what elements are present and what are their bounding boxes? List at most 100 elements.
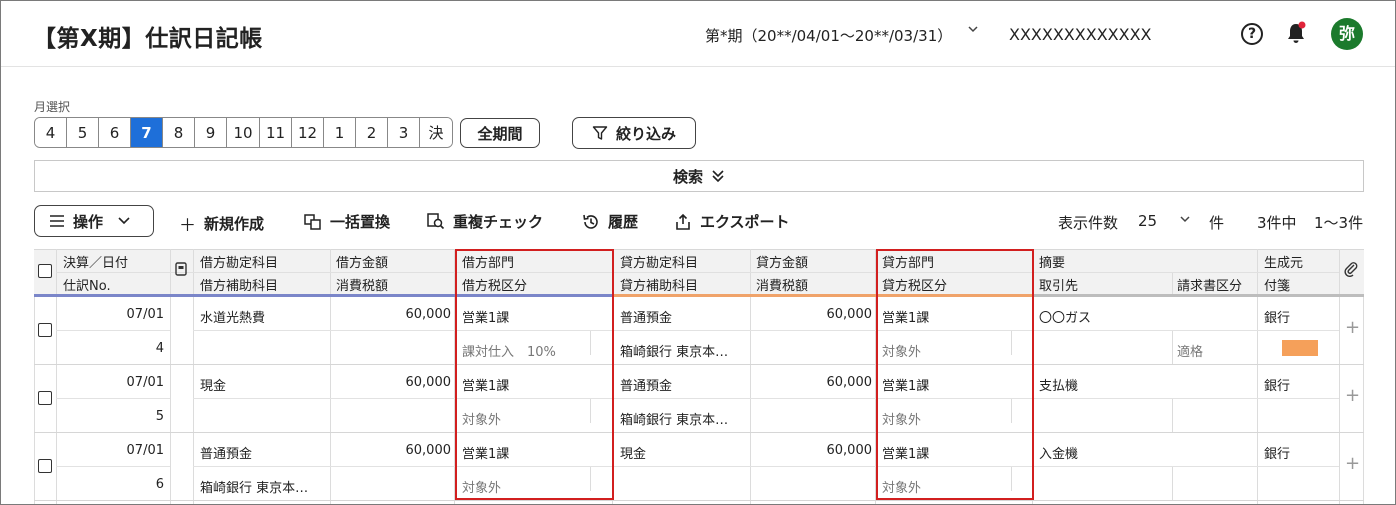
search-toggle[interactable]: 検索 (34, 160, 1364, 192)
duplicate-search-icon (427, 213, 445, 230)
credit-account-cell[interactable]: 普通預金 (620, 375, 672, 394)
col-credit-amount[interactable]: 貸方金額 (756, 252, 808, 271)
month-10[interactable]: 10 (227, 118, 260, 147)
month-2[interactable]: 2 (356, 118, 388, 147)
duplicate-check-button[interactable]: 重複チェック (427, 211, 543, 232)
month-selector: 4 5 6 7 8 9 10 11 12 1 2 3 決 (34, 117, 453, 148)
sticky-note-tag[interactable] (1282, 340, 1318, 356)
new-entry-label: 新規作成 (204, 215, 265, 233)
notification-bell-icon[interactable] (1285, 21, 1307, 45)
col-date[interactable]: 決算／日付 (63, 252, 128, 271)
col-credit-account[interactable]: 貸方勘定科目 (620, 252, 698, 271)
summary-cell[interactable]: 支払機 (1039, 375, 1078, 394)
col-debit-sub[interactable]: 借方補助科目 (200, 275, 278, 294)
col-source[interactable]: 生成元 (1264, 252, 1303, 271)
credit-sub-cell[interactable]: 箱崎銀行 東京本… (620, 341, 746, 360)
filter-button[interactable]: 絞り込み (572, 117, 696, 149)
month-5[interactable]: 5 (67, 118, 99, 147)
document-icon (175, 262, 187, 280)
history-button[interactable]: 履歴 (582, 211, 638, 232)
menu-icon (50, 215, 64, 227)
new-entry-button[interactable]: ＋ 新規作成 (179, 211, 264, 236)
col-summary[interactable]: 摘要 (1039, 252, 1065, 271)
avatar[interactable]: 弥 (1331, 18, 1363, 50)
month-9[interactable]: 9 (195, 118, 227, 147)
month-6[interactable]: 6 (99, 118, 131, 147)
page-title: 【第X期】仕訳日記帳 (33, 26, 263, 52)
summary-cell[interactable]: 入金機 (1039, 443, 1078, 462)
col-credit-sub[interactable]: 貸方補助科目 (620, 275, 698, 294)
month-1[interactable]: 1 (324, 118, 356, 147)
month-3[interactable]: 3 (388, 118, 420, 147)
debit-account-cell[interactable]: 普通預金 (200, 443, 252, 462)
month-12[interactable]: 12 (292, 118, 324, 147)
display-count-select[interactable]: 25 (1138, 212, 1157, 230)
funnel-icon (592, 126, 608, 140)
paperclip-icon[interactable] (1344, 261, 1358, 281)
chevron-down-icon[interactable] (1179, 211, 1191, 229)
row-checkbox[interactable] (38, 323, 52, 337)
col-entry-no[interactable]: 仕訳No. (63, 275, 111, 294)
debit-dept-highlight (455, 249, 614, 500)
add-icon[interactable]: + (1345, 385, 1360, 406)
debit-sub-cell[interactable]: 箱崎銀行 東京本… (200, 477, 326, 496)
entry-no-cell[interactable]: 6 (58, 477, 164, 492)
double-chevron-down-icon (712, 170, 724, 183)
display-count-label: 表示件数 (1058, 214, 1119, 232)
col-invoice-class[interactable]: 請求書区分 (1177, 275, 1242, 294)
select-all-checkbox[interactable] (38, 264, 52, 278)
credit-amount-cell[interactable]: 60,000 (754, 443, 873, 458)
help-icon[interactable]: ? (1241, 23, 1263, 45)
col-partner[interactable]: 取引先 (1039, 275, 1078, 294)
month-selector-label: 月選択 (34, 100, 71, 114)
export-icon (676, 213, 690, 230)
debit-account-cell[interactable]: 現金 (200, 375, 226, 394)
credit-sub-cell[interactable]: 箱崎銀行 東京本… (620, 409, 746, 428)
col-debit-tax-amount[interactable]: 消費税額 (336, 275, 388, 294)
month-4[interactable]: 4 (35, 118, 67, 147)
count-unit: 件 (1209, 214, 1225, 232)
debit-amount-cell[interactable]: 60,000 (334, 375, 452, 390)
debit-amount-cell[interactable]: 60,000 (334, 443, 452, 458)
date-cell[interactable]: 07/01 (58, 443, 164, 458)
source-cell: 銀行 (1264, 379, 1291, 394)
credit-account-cell[interactable]: 普通預金 (620, 307, 672, 326)
bulk-replace-label: 一括置換 (330, 213, 391, 231)
col-debit-amount[interactable]: 借方金額 (336, 252, 388, 271)
search-label: 検索 (672, 167, 703, 186)
date-cell[interactable]: 07/01 (58, 307, 164, 322)
export-button[interactable]: エクスポート (674, 211, 790, 232)
date-cell[interactable]: 07/01 (58, 375, 164, 390)
replace-icon (304, 213, 321, 230)
chevron-down-icon[interactable] (967, 23, 979, 39)
month-11[interactable]: 11 (260, 118, 292, 147)
add-icon[interactable]: + (1345, 453, 1360, 474)
all-period-button[interactable]: 全期間 (460, 118, 540, 148)
operations-button[interactable]: 操作 (34, 205, 154, 237)
bulk-replace-button[interactable]: 一括置換 (304, 211, 390, 232)
history-label: 履歴 (608, 213, 639, 231)
row-checkbox[interactable] (38, 391, 52, 405)
month-8[interactable]: 8 (163, 118, 195, 147)
duplicate-check-label: 重複チェック (453, 213, 544, 231)
entry-no-cell[interactable]: 4 (58, 341, 164, 356)
col-sticky[interactable]: 付箋 (1264, 275, 1290, 294)
period-selector[interactable]: 第*期（20**/04/01〜20**/03/31） (705, 25, 952, 46)
entry-no-cell[interactable]: 5 (58, 409, 164, 424)
invoice-class-cell[interactable]: 適格 (1177, 341, 1203, 360)
credit-account-cell[interactable]: 現金 (620, 443, 646, 462)
company-name[interactable]: XXXXXXXXXXXXX (1009, 25, 1152, 44)
debit-account-cell[interactable]: 水道光熱費 (200, 307, 265, 326)
debit-amount-cell[interactable]: 60,000 (334, 307, 452, 322)
plus-icon: ＋ (179, 216, 196, 236)
month-7[interactable]: 7 (131, 118, 163, 147)
history-icon (583, 214, 598, 229)
credit-amount-cell[interactable]: 60,000 (754, 375, 873, 390)
add-icon[interactable]: + (1345, 317, 1360, 338)
col-credit-tax-amount[interactable]: 消費税額 (756, 275, 808, 294)
month-settlement[interactable]: 決 (420, 118, 452, 147)
col-debit-account[interactable]: 借方勘定科目 (200, 252, 278, 271)
summary-cell[interactable]: 〇〇ガス (1039, 307, 1091, 326)
row-checkbox[interactable] (38, 459, 52, 473)
credit-amount-cell[interactable]: 60,000 (754, 307, 873, 322)
